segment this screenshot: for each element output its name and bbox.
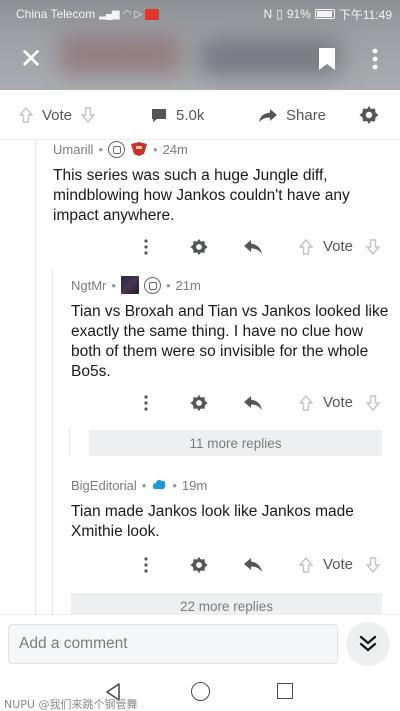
reply-icon[interactable] <box>243 394 263 412</box>
g2-flair-icon <box>143 276 161 294</box>
comment-count: 5.0k <box>176 106 205 124</box>
comment-author[interactable]: BigEditorial <box>71 478 137 493</box>
carrier-label: China Telecom <box>16 7 96 21</box>
comment-time: 21m <box>175 277 201 293</box>
meta-separator: • <box>172 477 177 493</box>
g2-flair-icon <box>108 140 126 158</box>
more-replies-button[interactable]: 22 more replies <box>71 593 382 614</box>
comment-actions: Vote <box>0 552 400 578</box>
vote-label: Vote <box>323 556 354 573</box>
thread-rail[interactable] <box>35 140 36 614</box>
comment: NgtMr • • 21m Tian vs Broxah and Tian vs… <box>71 276 389 382</box>
vibrate-icon: ▯ <box>276 7 283 21</box>
post-header-background: China Telecom ▂▄▆ ◠ ▷ N ▯ 91% 下午11:49 ✕ <box>0 0 400 90</box>
comment-meta: Umarill • • 24m <box>53 140 388 158</box>
jump-to-next-button[interactable] <box>346 622 390 666</box>
status-left: China Telecom ▂▄▆ ◠ ▷ <box>16 7 160 21</box>
watermark: NUPU @我们来跳个钢管舞 <box>4 698 138 711</box>
comment-body: Tian vs Broxah and Tian vs Jankos looked… <box>71 303 389 380</box>
clock: 下午11:49 <box>338 7 392 22</box>
status-bar: China Telecom ▂▄▆ ◠ ▷ N ▯ 91% 下午11:49 <box>0 0 400 28</box>
upvote-icon[interactable] <box>298 394 314 412</box>
comment-meta: NgtMr • • 21m <box>71 276 389 294</box>
share-label: Share <box>286 106 327 124</box>
comments-button[interactable]: 5.0k <box>150 90 204 140</box>
meta-separator: • <box>98 141 104 157</box>
comment: BigEditorial • • 19m Tian made Jankos lo… <box>71 476 389 542</box>
more-options-icon[interactable] <box>139 555 153 575</box>
meta-separator: • <box>165 277 171 293</box>
meta-separator: • <box>141 477 147 493</box>
post-header-bar: ✕ <box>0 30 400 88</box>
downvote-icon[interactable] <box>365 394 381 412</box>
downvote-icon[interactable] <box>365 556 381 574</box>
vote-label: Vote <box>323 238 354 255</box>
comment-time: 24m <box>162 141 188 157</box>
comment-meta: BigEditorial • • 19m <box>71 476 389 494</box>
thread-rail[interactable] <box>69 428 70 454</box>
battery-percent: 91% <box>286 7 311 21</box>
more-replies-button[interactable]: 11 more replies <box>89 430 382 456</box>
comment: Umarill • • 24m This series was such a h… <box>53 140 388 226</box>
nfc-icon: N <box>263 7 273 21</box>
award-icon[interactable] <box>189 393 209 413</box>
recents-icon[interactable] <box>277 683 293 699</box>
post-vote-label: Vote <box>42 106 73 124</box>
upvote-icon[interactable] <box>298 238 314 256</box>
share-icon <box>259 109 277 122</box>
comment-body: This series was such a huge Jungle diff,… <box>53 167 350 224</box>
reply-icon[interactable] <box>243 238 263 256</box>
cloud9-flair-icon <box>153 479 166 490</box>
comment-icon <box>152 108 166 122</box>
post-vote-group: Vote <box>18 90 96 140</box>
add-comment-input[interactable] <box>8 624 338 664</box>
comment-actions: Vote <box>0 390 400 416</box>
bookmark-icon[interactable] <box>316 46 338 72</box>
close-icon[interactable]: ✕ <box>16 44 46 74</box>
comment-body: Tian made Jankos look like Jankos made X… <box>71 503 354 540</box>
more-vert-icon[interactable] <box>364 44 386 74</box>
status-right: N ▯ 91% 下午11:49 <box>264 6 392 23</box>
meta-separator: • <box>111 277 116 293</box>
battery-icon <box>314 9 335 19</box>
downvote-icon[interactable] <box>80 106 96 124</box>
signal-icon: ▂▄▆ <box>99 8 119 20</box>
upvote-icon[interactable] <box>18 106 34 124</box>
comment-author[interactable]: NgtMr <box>71 278 106 293</box>
system-nav-bar: NUPU @我们来跳个钢管舞 <box>0 672 400 711</box>
more-options-icon[interactable] <box>139 237 153 257</box>
share-button[interactable]: Share <box>258 90 326 140</box>
comment-time: 19m <box>181 477 208 493</box>
wifi-icon: ◠ <box>122 8 132 20</box>
comment-author[interactable]: Umarill <box>53 142 93 157</box>
downvote-icon[interactable] <box>365 238 381 256</box>
award-icon[interactable] <box>358 104 380 126</box>
meta-separator: • <box>153 141 158 157</box>
upvote-icon[interactable] <box>298 556 314 574</box>
skt-flair-icon <box>131 142 148 156</box>
award-icon[interactable] <box>189 555 209 575</box>
app-notification-icon <box>145 8 160 20</box>
home-icon[interactable] <box>191 682 210 701</box>
double-chevron-down-icon <box>359 635 377 652</box>
post-action-bar: Vote 5.0k Share <box>0 90 400 140</box>
comment-thread[interactable]: Umarill • • 24m This series was such a h… <box>0 140 400 614</box>
compose-bar <box>0 614 400 672</box>
play-icon: ▷ <box>134 8 142 20</box>
more-options-icon[interactable] <box>139 393 153 413</box>
user-flair-image <box>120 276 139 294</box>
vote-label: Vote <box>323 394 354 411</box>
comment-actions: Vote <box>0 234 400 260</box>
award-icon[interactable] <box>189 237 209 257</box>
reply-icon[interactable] <box>243 556 263 574</box>
